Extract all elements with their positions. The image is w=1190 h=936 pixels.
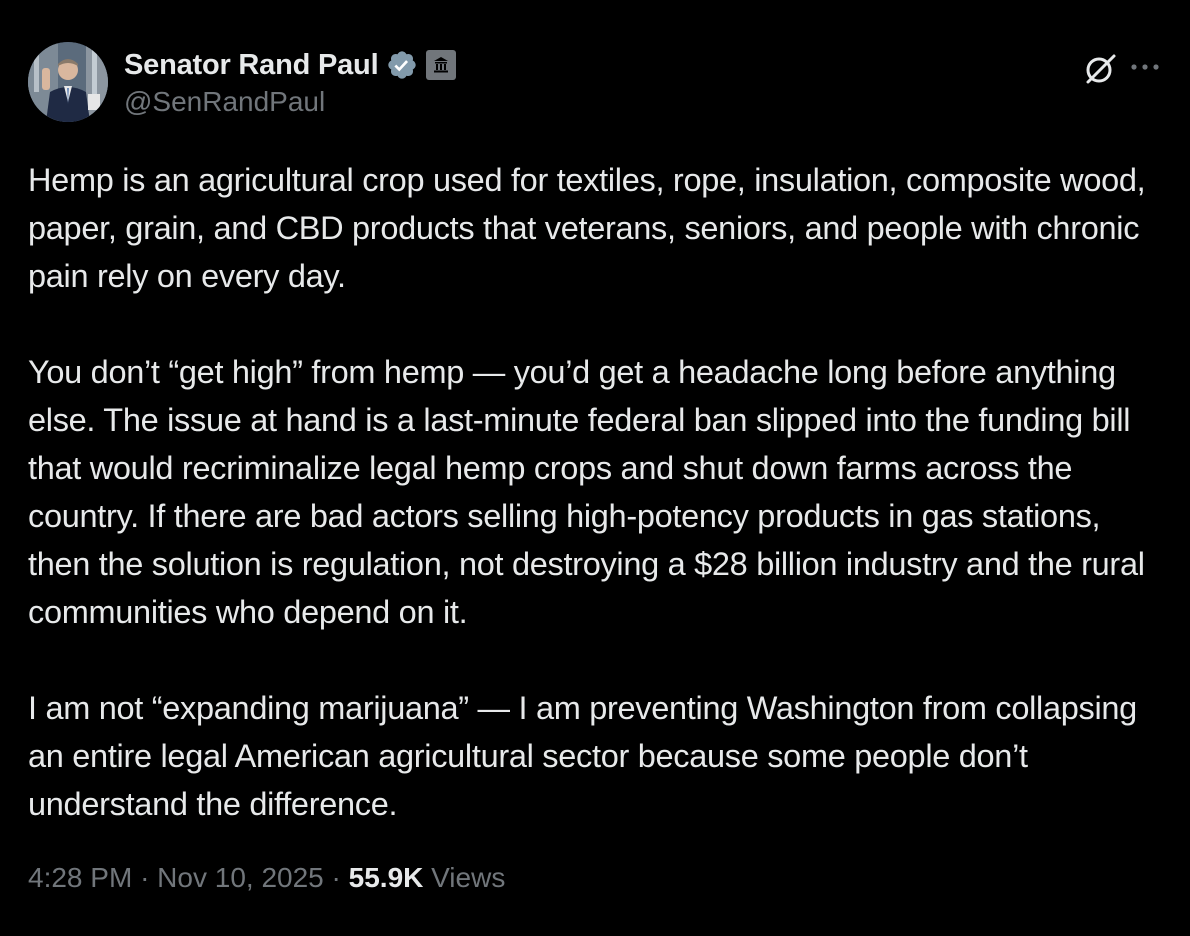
- handle[interactable]: @SenRandPaul: [124, 86, 456, 118]
- separator: ·: [140, 862, 150, 893]
- avatar[interactable]: [28, 42, 108, 122]
- author-info: Senator Rand Paul @SenRandPaul: [124, 46, 457, 118]
- tweet-date[interactable]: Nov 10, 2025: [157, 862, 324, 893]
- tweet-paragraph: I am not “expanding marijuana” — I am pr…: [28, 690, 1137, 822]
- tweet-paragraph: You don’t “get high” from hemp — you’d g…: [28, 354, 1145, 630]
- tweet-paragraph: Hemp is an agricultural crop used for te…: [28, 162, 1146, 294]
- display-name[interactable]: Senator Rand Paul: [124, 49, 379, 82]
- tweet-header: Senator Rand Paul @SenRandPaul: [28, 42, 1162, 124]
- grok-slash-circle-icon[interactable]: [1080, 48, 1120, 88]
- tweet-time[interactable]: 4:28 PM: [28, 862, 132, 893]
- views-label: Views: [431, 862, 506, 893]
- tweet-text: Hemp is an agricultural crop used for te…: [28, 156, 1168, 828]
- separator: ·: [331, 862, 341, 893]
- ellipsis-icon[interactable]: [1128, 52, 1162, 82]
- tweet-metadata: 4:28 PM · Nov 10, 2025 · 55.9K Views: [28, 862, 505, 894]
- views-count: 55.9K: [348, 862, 424, 893]
- verified-check-icon[interactable]: [386, 49, 418, 81]
- name-row: Senator Rand Paul: [124, 46, 457, 84]
- government-building-icon[interactable]: [426, 50, 457, 80]
- tweet-card: Senator Rand Paul @SenRandPaul Hemp is a…: [0, 0, 1190, 936]
